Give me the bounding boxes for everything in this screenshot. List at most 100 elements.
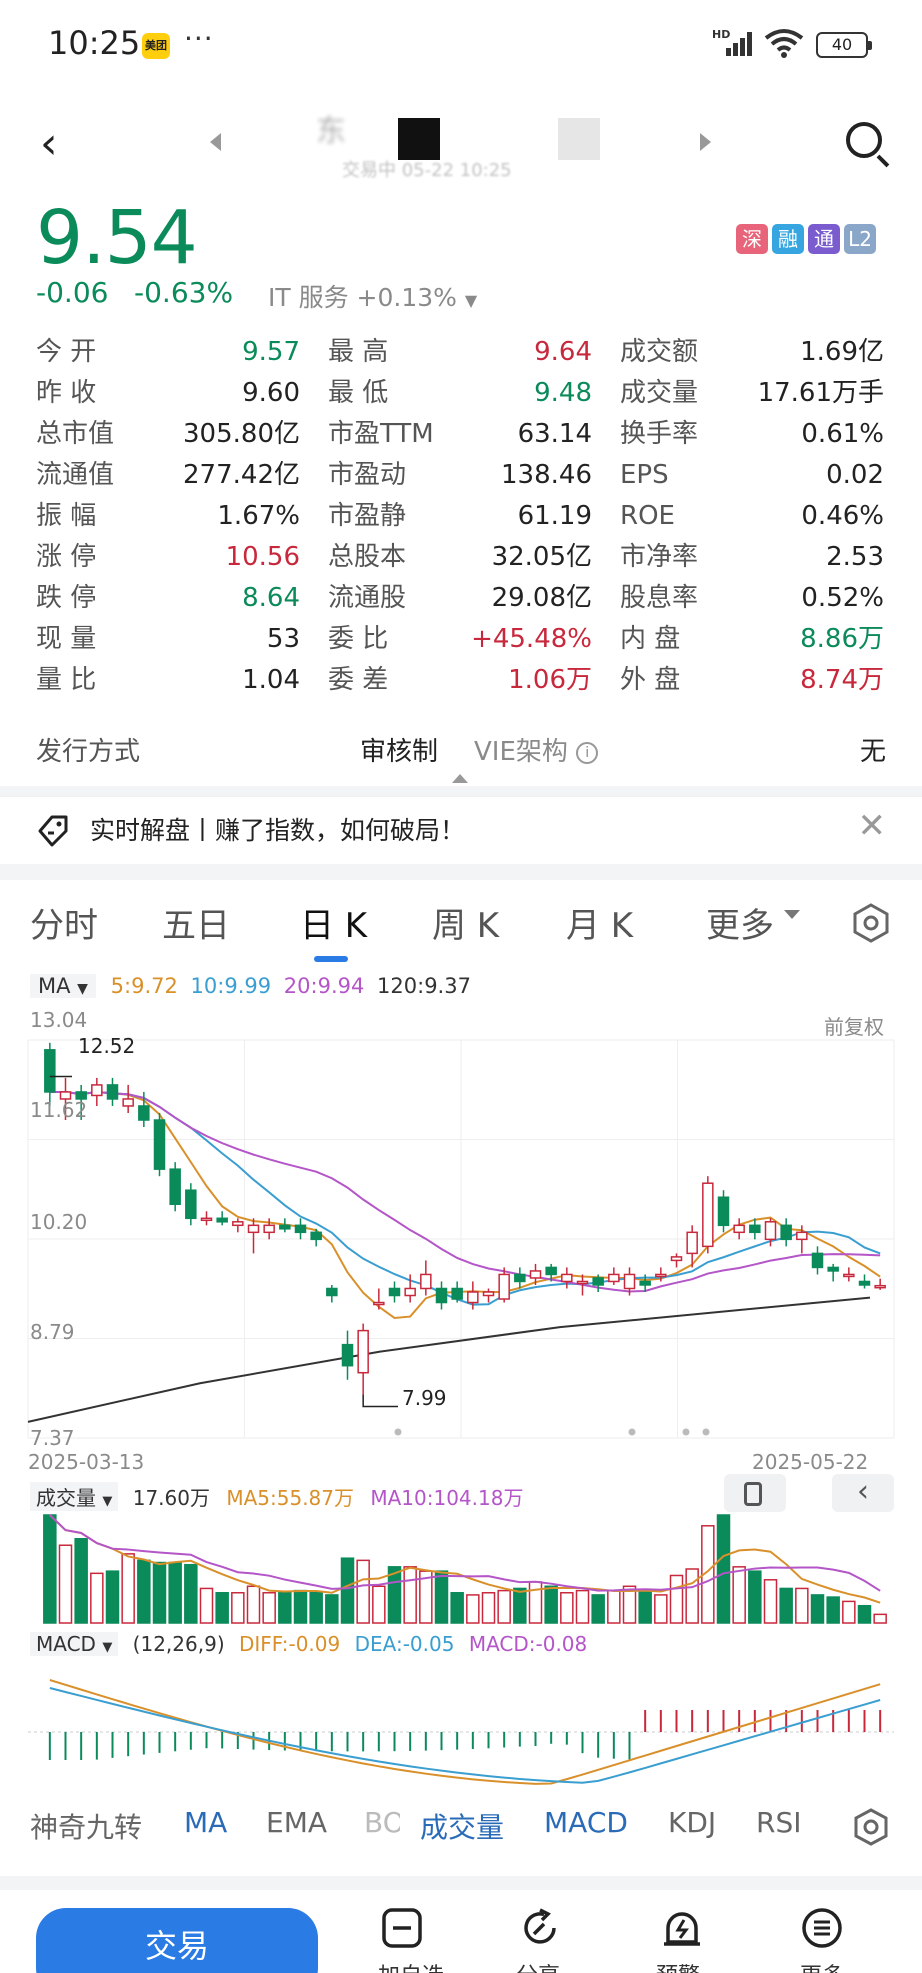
tab-3[interactable]: 周 K: [432, 898, 499, 947]
tab-0[interactable]: 分时: [30, 898, 98, 947]
quote-label: 总股本: [328, 542, 407, 572]
back-button[interactable]: ‹: [40, 122, 58, 166]
candle-body: [294, 1224, 307, 1234]
tab-2[interactable]: 日 K: [300, 898, 367, 947]
candle-body: [655, 1273, 667, 1278]
indicator-settings-icon[interactable]: [850, 1806, 892, 1848]
quote-label: 内 盘: [620, 624, 681, 654]
quote-label: 振 幅: [36, 501, 97, 531]
quote-value: 9.60: [242, 378, 300, 408]
indicator-3[interactable]: BO: [364, 1806, 400, 1839]
cell-signal-icon: HD: [712, 28, 758, 60]
quote-value: 1.06万: [508, 665, 592, 695]
candle-body: [733, 1224, 745, 1234]
news-banner[interactable]: 实时解盘丨赚了指数，如何破局！ ✕: [0, 796, 922, 862]
quote-value: 53: [266, 624, 300, 654]
volume-bar: [826, 1596, 840, 1624]
volume-bar: [293, 1589, 308, 1624]
share-icon[interactable]: [518, 1906, 562, 1950]
volume-bar: [309, 1592, 323, 1624]
issue-row: 发行方式 审核制 VIE架构 i 无: [0, 720, 922, 784]
quote-label: 市净率: [620, 542, 699, 572]
y-tick: 8.79: [30, 1320, 75, 1344]
quote-value: 61.19: [517, 501, 592, 531]
volume-bar: [184, 1563, 198, 1624]
volume-bar: [748, 1570, 762, 1624]
tab-5[interactable]: 更多: [706, 898, 774, 947]
nav-label[interactable]: 预警: [656, 1958, 700, 1973]
candle-body: [138, 1105, 150, 1121]
volume-selector[interactable]: 成交量 ▼: [30, 1482, 119, 1511]
ma-legend: MA ▼ 5:9.72 10:9.99 20:9.94 120:9.37: [30, 974, 471, 998]
prev-stock-icon[interactable]: [210, 133, 221, 151]
candle-body: [404, 1287, 416, 1297]
rotate-screen-button[interactable]: [724, 1474, 786, 1512]
candle-body: [498, 1273, 510, 1300]
more-dropdown-icon[interactable]: [784, 910, 800, 919]
candle-body: [639, 1280, 651, 1286]
redaction-block: [558, 118, 600, 160]
indicator-1[interactable]: MA: [184, 1806, 227, 1839]
scroll-dot: [682, 1428, 690, 1436]
remove-watchlist-icon[interactable]: [380, 1906, 424, 1950]
quote-value: 1.69亿: [800, 337, 884, 367]
market-tag[interactable]: L2: [844, 224, 876, 254]
search-icon[interactable]: [846, 122, 882, 158]
volume-bar: [105, 1570, 120, 1624]
tab-4[interactable]: 月 K: [566, 898, 633, 947]
quote-label: 流通值: [36, 460, 115, 490]
more-menu-icon[interactable]: [800, 1906, 844, 1950]
tab-1[interactable]: 五日: [162, 898, 230, 947]
volume-bar: [466, 1594, 480, 1624]
collapse-arrow-icon[interactable]: [452, 774, 468, 783]
market-tag[interactable]: 通: [808, 224, 840, 254]
y-tick: 13.04: [30, 1008, 88, 1032]
kline-chart[interactable]: [0, 1000, 922, 1800]
indicator-5[interactable]: MACD: [544, 1806, 628, 1839]
ma120-value: 120:9.37: [377, 974, 471, 998]
indicator-7[interactable]: RSI: [756, 1806, 802, 1839]
close-icon[interactable]: ✕: [858, 809, 887, 843]
volume-ma10: MA10:104.18万: [370, 1486, 524, 1510]
volume-bar: [544, 1585, 558, 1624]
market-tags[interactable]: 深融通 L2: [736, 224, 876, 254]
settings-hex-icon[interactable]: [850, 902, 892, 944]
adjust-mode[interactable]: 前复权: [824, 1011, 884, 1040]
next-stock-icon[interactable]: [700, 133, 711, 151]
quote-value: 305.80亿: [183, 419, 300, 449]
volume-bar: [231, 1592, 245, 1624]
vie-label[interactable]: VIE架构 i: [474, 734, 599, 770]
candle-body: [545, 1266, 557, 1276]
macd-selector[interactable]: MACD ▼: [30, 1632, 119, 1656]
nav-label[interactable]: 分享: [516, 1958, 560, 1973]
nav-label[interactable]: 更多: [800, 1958, 844, 1973]
collapse-panel-button[interactable]: ‹: [832, 1474, 894, 1512]
trade-button[interactable]: 交易: [36, 1908, 318, 1973]
battery-icon: 40: [816, 32, 872, 58]
volume-bar: [513, 1587, 527, 1624]
quote-label: 市盈TTM: [328, 419, 434, 449]
volume-bar: [857, 1604, 872, 1624]
y-tick: 7.37: [30, 1426, 75, 1450]
quote-label: 最 高: [328, 337, 389, 367]
quote-value: 8.74万: [800, 665, 884, 695]
scroll-dot: [702, 1428, 710, 1436]
volume-bar: [654, 1594, 668, 1624]
ma-selector[interactable]: MA ▼: [30, 974, 96, 998]
quote-value: 17.61万手: [757, 378, 884, 408]
volume-bar: [497, 1589, 511, 1624]
candle-body: [717, 1196, 730, 1227]
issue-value: 审核制: [360, 737, 439, 767]
alert-icon[interactable]: [660, 1906, 704, 1950]
nav-label[interactable]: 加自选: [378, 1958, 444, 1973]
sector-link[interactable]: IT 服务 +0.13% ▼: [268, 278, 477, 314]
candle-body: [263, 1224, 275, 1234]
market-tag[interactable]: 融: [772, 224, 804, 254]
status-bar: 10:25 美团 ··· HD 40: [0, 0, 922, 90]
indicator-0[interactable]: 神奇九转: [30, 1806, 142, 1846]
market-tag[interactable]: 深: [736, 224, 768, 254]
volume-bar: [528, 1581, 543, 1624]
indicator-2[interactable]: EMA: [266, 1806, 327, 1839]
indicator-6[interactable]: KDJ: [668, 1806, 716, 1839]
indicator-4[interactable]: 成交量: [420, 1806, 504, 1846]
